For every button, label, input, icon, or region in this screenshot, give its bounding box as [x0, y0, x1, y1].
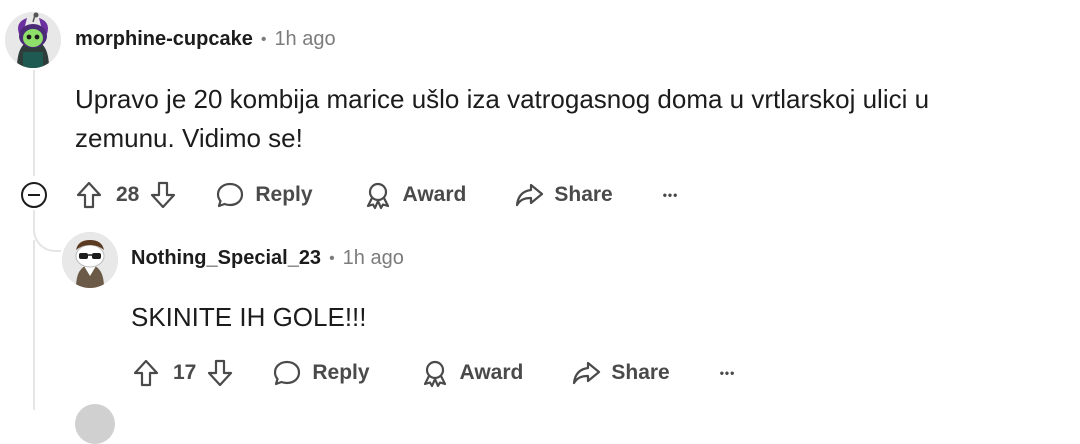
thread-elbow: [33, 210, 61, 252]
upvote-arrow-icon: [133, 359, 159, 387]
share-button[interactable]: Share: [571, 358, 670, 388]
share-label: Share: [554, 183, 613, 206]
speech-bubble-icon: [217, 182, 244, 208]
comment-body: SKINITE IH GOLE!!!: [131, 302, 367, 332]
meta-separator: •: [260, 30, 267, 48]
reply-label: Reply: [255, 183, 313, 206]
comment-actions: 28 Reply Award Share •••: [75, 178, 678, 212]
vote-count: 28: [116, 183, 140, 206]
reply-button[interactable]: Reply: [215, 180, 313, 210]
meta-separator: •: [329, 249, 335, 267]
author-name[interactable]: Nothing_Special_23: [131, 247, 321, 270]
reply-button[interactable]: Reply: [272, 358, 370, 388]
more-options-button[interactable]: •••: [720, 366, 736, 380]
upvote-button[interactable]: [132, 358, 160, 388]
minus-icon: [28, 194, 40, 196]
thread-line-continue: [33, 240, 35, 410]
downvote-button[interactable]: [149, 180, 177, 210]
timestamp[interactable]: 1h ago: [274, 28, 335, 51]
reply-label: Reply: [312, 361, 370, 384]
comment-actions: 17 Reply Award Share •••: [132, 356, 735, 390]
upvote-arrow-icon: [76, 181, 102, 209]
snoo-avatar-icon: [5, 12, 61, 68]
upvote-button[interactable]: [75, 180, 103, 210]
speech-bubble-icon: [274, 360, 301, 386]
collapse-thread-button[interactable]: [21, 182, 47, 208]
author-name[interactable]: morphine-cupcake: [75, 28, 253, 51]
timestamp[interactable]: 1h ago: [343, 247, 404, 270]
more-options-button[interactable]: •••: [663, 188, 679, 202]
share-arrow-icon: [516, 183, 544, 207]
snoo-avatar-icon: [62, 232, 118, 288]
award-label: Award: [459, 361, 524, 384]
downvote-arrow-icon: [208, 359, 233, 387]
avatar[interactable]: [75, 404, 115, 444]
vote-count: 17: [173, 361, 197, 384]
award-button[interactable]: Award: [363, 180, 467, 210]
comment-meta: Nothing_Special_23 • 1h ago: [131, 247, 404, 270]
thread-line-main: [33, 70, 35, 176]
award-button[interactable]: Award: [420, 358, 524, 388]
share-arrow-icon: [573, 361, 601, 385]
comment-meta: morphine-cupcake • 1h ago: [75, 28, 336, 51]
downvote-arrow-icon: [151, 181, 176, 209]
downvote-button[interactable]: [206, 358, 234, 388]
share-label: Share: [611, 361, 670, 384]
award-label: Award: [402, 183, 467, 206]
award-ribbon-icon: [366, 182, 389, 210]
award-ribbon-icon: [423, 360, 446, 388]
avatar[interactable]: [62, 232, 118, 288]
share-button[interactable]: Share: [514, 180, 613, 210]
comment-body: Upravo je 20 kombija marice ušlo iza vat…: [75, 84, 930, 153]
avatar[interactable]: [5, 12, 61, 68]
